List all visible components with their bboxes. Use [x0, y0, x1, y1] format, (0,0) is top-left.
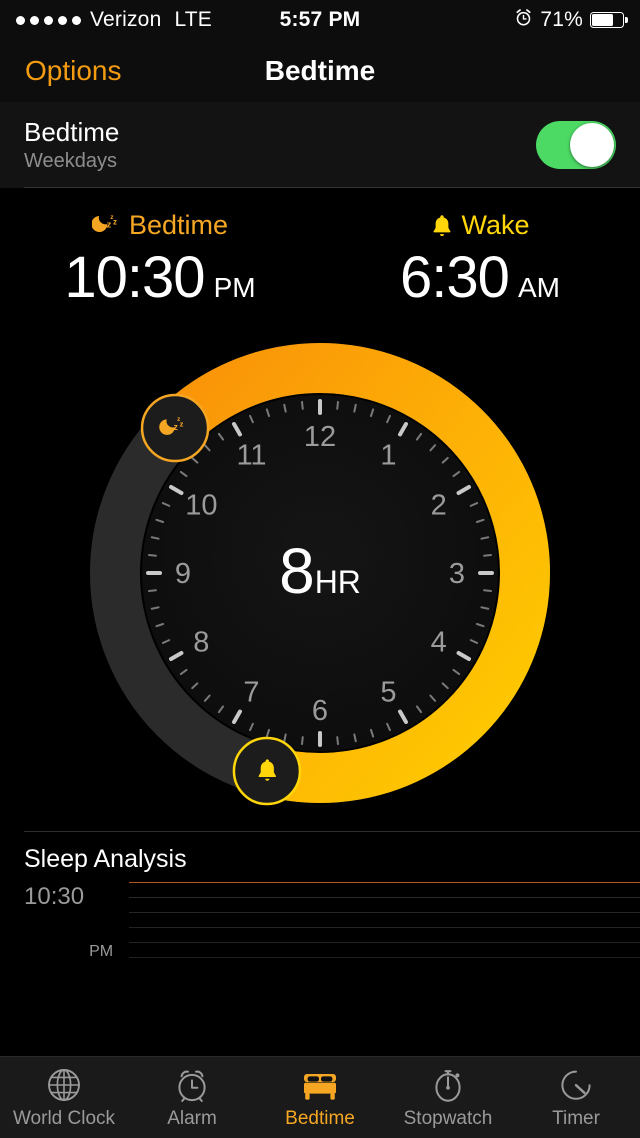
tab-bar: World Clock Alarm Bedtime Stopwatch Time…: [0, 1056, 640, 1138]
bedtime-enable-text: Bedtime Weekdays: [24, 117, 119, 173]
chart-gridline: [129, 957, 640, 958]
globe-icon: [44, 1065, 84, 1105]
dial-tick: [480, 536, 490, 540]
dial-hour-label: 11: [236, 439, 266, 471]
tab-label-world-clock: World Clock: [12, 1108, 116, 1129]
dial-hour-label: 8: [193, 627, 209, 659]
sleep-analysis-y-axis-label: 10:30 PM: [24, 882, 129, 964]
dial-tick: [483, 589, 493, 592]
carrier-name: Verizon: [90, 8, 162, 31]
sleep-analysis-chart: 10:30 PM: [24, 882, 640, 964]
chart-gridline: [129, 942, 640, 943]
dial-tick: [353, 733, 357, 743]
sleep-analysis-time: 10:30: [24, 883, 85, 910]
dial-tick: [283, 403, 287, 413]
svg-text:z: z: [180, 419, 184, 428]
chart-gridline: [129, 927, 640, 928]
dial-tick: [150, 536, 160, 540]
dial-tick: [336, 736, 339, 746]
tab-timer[interactable]: Timer: [512, 1065, 640, 1130]
dial-tick: [483, 554, 493, 557]
dial-hour-label: 5: [380, 677, 396, 709]
wake-summary-column[interactable]: Wake 6:30 AM: [320, 210, 640, 311]
dial-hour-label: 9: [175, 558, 191, 590]
navigation-bar: Options Bedtime: [0, 40, 640, 102]
tab-label-stopwatch: Stopwatch: [403, 1108, 493, 1129]
bedtime-time: 10:30: [64, 245, 205, 310]
wake-ampm: AM: [517, 272, 560, 303]
status-bar-left: Verizon LTE: [16, 8, 212, 32]
bedtime-enable-subtitle: Weekdays: [24, 150, 118, 172]
svg-text:z: z: [113, 217, 117, 226]
tab-world-clock[interactable]: World Clock: [0, 1065, 128, 1130]
network-type-label: LTE: [174, 8, 213, 31]
sleep-analysis-ampm: PM: [89, 943, 114, 960]
status-bar: Verizon LTE 5:57 PM 71%: [0, 0, 640, 40]
bed-icon: [299, 1065, 341, 1105]
dial-hour-label: 10: [185, 490, 217, 522]
dial-hour-label: 1: [380, 439, 396, 471]
tab-label-alarm: Alarm: [167, 1108, 217, 1129]
wake-time: 6:30: [400, 245, 510, 310]
dial-tick: [353, 403, 357, 413]
bell-icon: [430, 213, 454, 239]
timer-icon: [556, 1065, 596, 1105]
svg-text:z: z: [174, 422, 179, 432]
bedtime-summary-column[interactable]: z z z Bedtime 10:30 PM: [0, 210, 320, 311]
options-button[interactable]: Options: [25, 55, 122, 87]
stopwatch-icon: [428, 1065, 468, 1105]
alarm-clock-icon: [172, 1065, 212, 1105]
chart-gridline: [129, 882, 640, 883]
wake-summary-header: Wake: [320, 210, 640, 241]
wake-handle[interactable]: [232, 736, 302, 806]
bedtime-ampm: PM: [213, 272, 256, 303]
dial-tick: [147, 554, 157, 557]
dial-tick: [150, 606, 160, 610]
battery-icon: [590, 12, 628, 28]
tab-alarm[interactable]: Alarm: [128, 1065, 256, 1130]
sleep-analysis-gridlines: [129, 882, 640, 964]
bedtime-enable-title: Bedtime: [24, 117, 120, 147]
dial-hour-label: 3: [449, 558, 465, 590]
dial-hour-label: 12: [304, 421, 336, 453]
svg-text:z: z: [107, 218, 112, 229]
alarm-clock-icon: [514, 8, 533, 33]
wake-summary-label: Wake: [461, 210, 530, 240]
bedtime-summary-label: Bedtime: [128, 210, 229, 240]
dial-tick: [147, 589, 157, 592]
dial-tick: [301, 400, 304, 410]
tab-bedtime[interactable]: Bedtime: [256, 1065, 384, 1130]
toggle-knob: [570, 123, 614, 167]
signal-strength-dots: [16, 15, 81, 25]
bedtime-dial[interactable]: 12 1 2 3 4 5 6 7 8 9 10 11 z z z 8 HR: [0, 311, 640, 831]
dial-tick: [336, 400, 339, 410]
bedtime-enable-row[interactable]: Bedtime Weekdays: [0, 102, 640, 188]
moon-zzz-icon: z z z: [91, 212, 122, 240]
battery-percent-label: 71%: [540, 8, 583, 31]
chart-gridline: [129, 912, 640, 913]
dial-hour-label: 4: [431, 627, 447, 659]
tab-label-bedtime: Bedtime: [285, 1108, 355, 1129]
status-bar-right: 71%: [514, 8, 628, 33]
dial-hour-label: 6: [312, 695, 328, 727]
wake-summary-value: 6:30 AM: [320, 244, 640, 311]
dial-tick: [480, 606, 490, 610]
dial-hour-label: 2: [431, 490, 447, 522]
bedtime-handle[interactable]: z z z: [140, 393, 210, 463]
bedtime-toggle-switch[interactable]: [536, 121, 616, 169]
bedtime-summary-header: z z z Bedtime: [0, 210, 320, 241]
bedtime-wake-summary: z z z Bedtime 10:30 PM Wake 6:30 AM: [0, 188, 640, 311]
sleep-analysis-section[interactable]: Sleep Analysis 10:30 PM: [0, 831, 640, 964]
tab-label-timer: Timer: [552, 1108, 600, 1129]
dial-tick: [301, 736, 304, 746]
sleep-analysis-title: Sleep Analysis: [24, 845, 187, 873]
bedtime-summary-value: 10:30 PM: [0, 244, 320, 311]
bedtime-dial-svg[interactable]: 121234567891011 z z z: [0, 311, 640, 831]
dial-tick: [283, 733, 287, 743]
dial-hour-label: 7: [243, 677, 259, 709]
tab-stopwatch[interactable]: Stopwatch: [384, 1065, 512, 1130]
chart-gridline: [129, 897, 640, 898]
